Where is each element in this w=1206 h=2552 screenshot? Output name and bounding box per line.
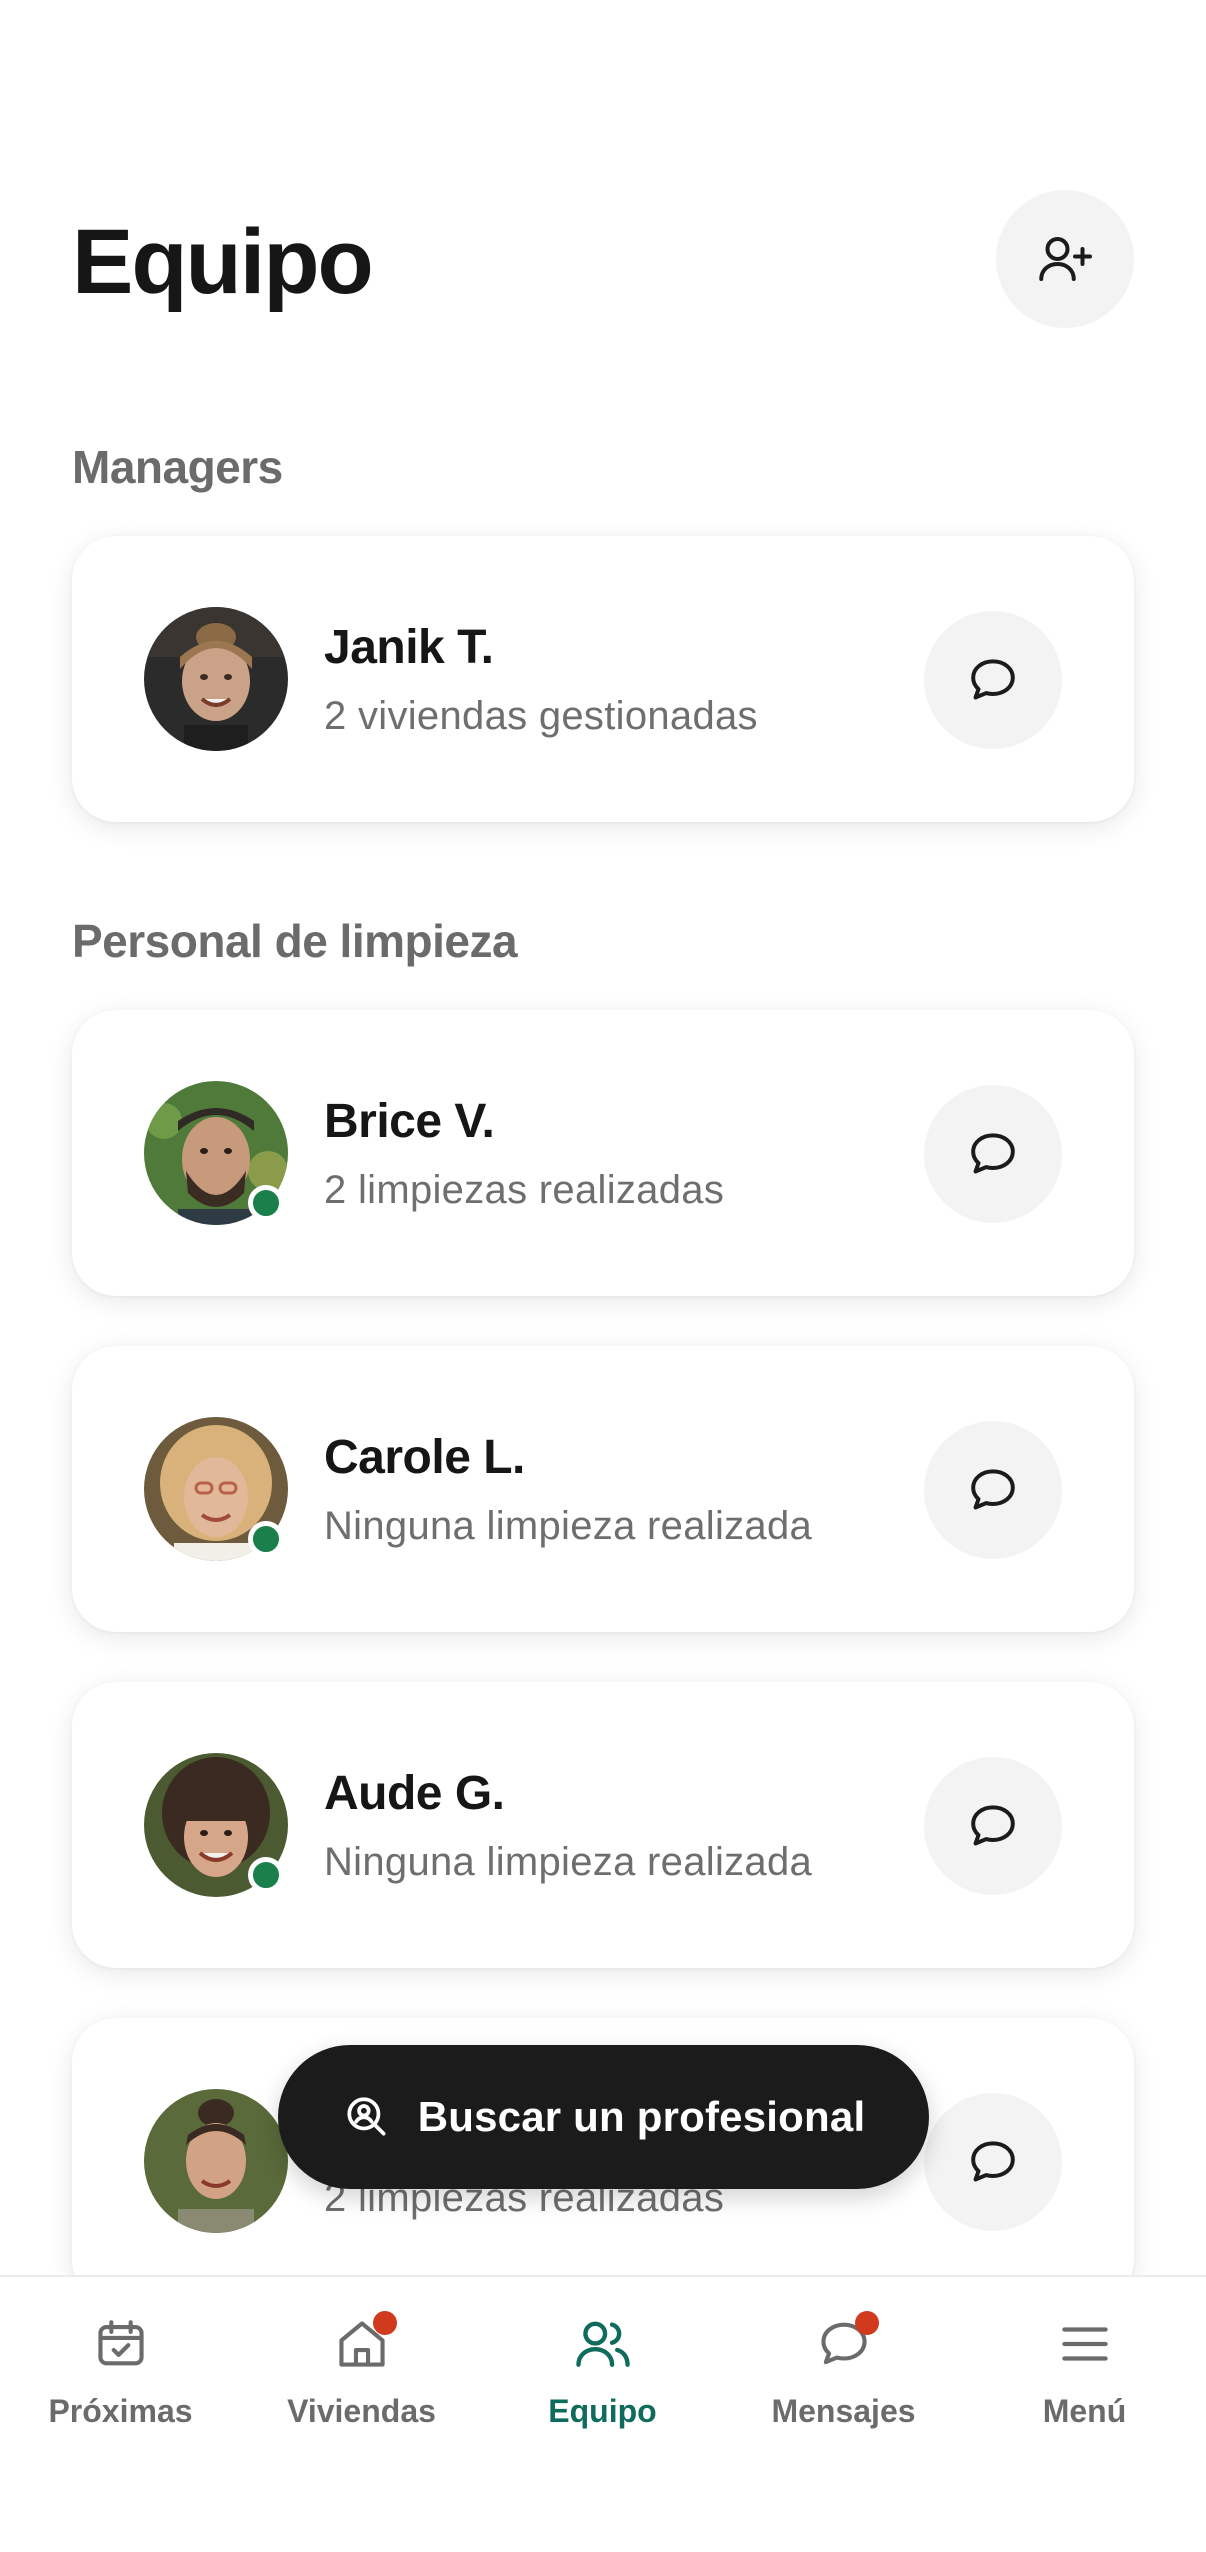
person-subtitle: 2 viviendas gestionadas: [324, 694, 758, 738]
page-title: Equipo: [72, 211, 374, 313]
section-title-managers: Managers: [72, 441, 283, 493]
chat-icon: [971, 1805, 1015, 1846]
person-name: Brice V.: [324, 1095, 495, 1148]
cleaner-card[interactable]: Carole L. Ninguna limpieza realizada: [72, 1346, 1134, 1632]
chat-icon: [971, 2141, 1015, 2182]
avatar: [144, 607, 288, 751]
message-button[interactable]: [924, 1421, 1062, 1559]
bottom-nav: Próximas Viviendas Equipo Mensajes Menú: [0, 2275, 1206, 2552]
notification-badge: [854, 2311, 879, 2335]
nav-item-equipo[interactable]: Equipo: [482, 2277, 723, 2477]
message-button[interactable]: [924, 1085, 1062, 1223]
nav-label: Menú: [1042, 2393, 1127, 2429]
nav-label: Equipo: [548, 2393, 657, 2429]
message-button[interactable]: [924, 2093, 1062, 2231]
avatar: [144, 1081, 288, 1225]
users-icon: [575, 2321, 630, 2367]
avatar: [144, 1753, 288, 1897]
avatar: [144, 1417, 288, 1561]
nav-item-mensajes[interactable]: Mensajes: [723, 2277, 964, 2477]
person-name: Aude G.: [324, 1767, 505, 1820]
calendar-check-icon: [97, 2320, 144, 2366]
nav-label: Viviendas: [287, 2393, 436, 2429]
find-professional-button[interactable]: Buscar un profesional: [278, 2045, 929, 2189]
add-user-button[interactable]: [996, 190, 1134, 328]
section-title-cleaning: Personal de limpieza: [72, 915, 518, 967]
nav-label: Mensajes: [771, 2393, 916, 2429]
online-status-dot: [248, 1521, 284, 1557]
menu-icon: [1061, 2327, 1108, 2361]
person-name: Carole L.: [324, 1431, 525, 1484]
person-subtitle: Ninguna limpieza realizada: [324, 1504, 813, 1548]
chat-icon: [971, 1469, 1015, 1510]
find-professional-label: Buscar un profesional: [417, 2093, 866, 2140]
online-status-dot: [248, 1185, 284, 1221]
nav-item-proximas[interactable]: Próximas: [0, 2277, 241, 2477]
person-subtitle: 2 limpiezas realizadas: [324, 1168, 725, 1212]
nav-label: Próximas: [48, 2393, 193, 2429]
chat-icon: [971, 659, 1015, 700]
search-person-icon: [347, 2097, 386, 2136]
message-button[interactable]: [924, 1757, 1062, 1895]
cleaner-card[interactable]: Brice V. 2 limpiezas realizadas: [72, 1010, 1134, 1296]
nav-item-viviendas[interactable]: Viviendas: [241, 2277, 482, 2477]
cleaner-card[interactable]: Aude G. Ninguna limpieza realizada: [72, 1682, 1134, 1968]
person-subtitle: Ninguna limpieza realizada: [324, 1840, 813, 1884]
manager-card[interactable]: Janik T. 2 viviendas gestionadas: [72, 536, 1134, 822]
chat-icon: [971, 1133, 1015, 1174]
message-button[interactable]: [924, 611, 1062, 749]
online-status-dot: [248, 1857, 284, 1893]
avatar: [144, 2089, 288, 2233]
page-header: Equipo: [72, 190, 1134, 330]
person-name: Janik T.: [324, 621, 494, 674]
user-plus-icon: [1039, 237, 1092, 281]
nav-item-menu[interactable]: Menú: [964, 2277, 1205, 2477]
notification-badge: [372, 2311, 397, 2335]
